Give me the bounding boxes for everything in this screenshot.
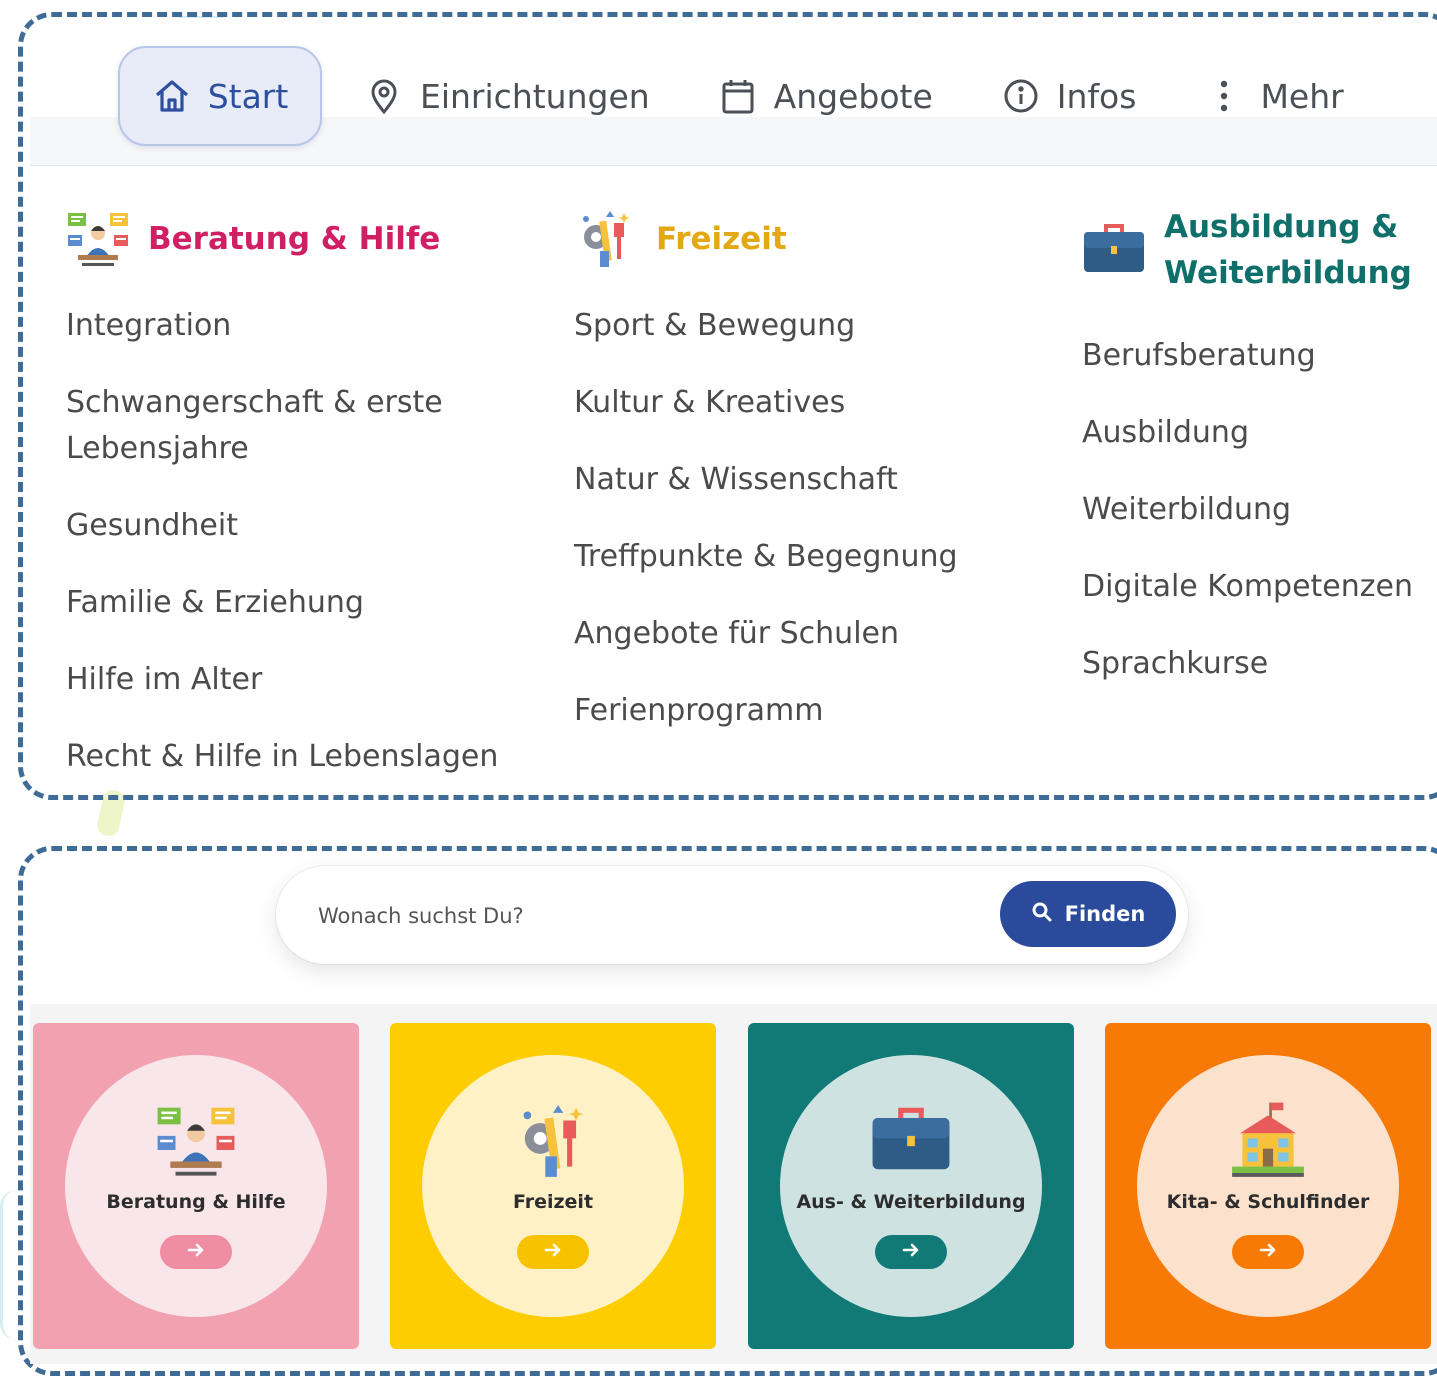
nav-item-label: Mehr	[1260, 76, 1344, 116]
nav-item-label: Start	[207, 76, 289, 116]
menu-heading-beratung[interactable]: Beratung & Hilfe	[66, 200, 546, 278]
menu-link[interactable]: Digitale Kompetenzen	[1082, 564, 1432, 610]
menu-link[interactable]: Weiterbildung	[1082, 487, 1432, 533]
menu-heading-label: Freizeit	[656, 221, 787, 257]
search-bar: Finden	[276, 866, 1188, 964]
menu-link[interactable]: Sport & Bewegung	[574, 303, 1054, 349]
nav-item-infos[interactable]: Infos	[967, 46, 1171, 146]
nav-item-start[interactable]: Start	[118, 46, 322, 146]
menu-link[interactable]: Hilfe im Alter	[66, 657, 546, 703]
menu-heading-line: Ausbildung &	[1164, 209, 1399, 245]
category-card-freizeit[interactable]: Freizeit	[390, 1023, 716, 1349]
menu-link[interactable]: Angebote für Schulen	[574, 611, 1054, 657]
search-icon	[1031, 901, 1053, 928]
menu-link[interactable]: Natur & Wissenschaft	[574, 457, 1054, 503]
calendar-icon	[718, 76, 758, 116]
menu-heading-label: Ausbildung & Weiterbildung	[1164, 204, 1412, 296]
menu-list-ausbildung: Berufsberatung Ausbildung Weiterbildung …	[1082, 333, 1432, 687]
home-icon	[152, 76, 192, 116]
card-circle: Freizeit	[422, 1055, 684, 1317]
menu-heading-line: Weiterbildung	[1164, 255, 1412, 291]
card-circle: Kita- & Schulfinder	[1137, 1055, 1399, 1317]
menu-column-ausbildung: Ausbildung & Weiterbildung Berufsberatun…	[1082, 200, 1432, 718]
menu-link[interactable]: Schwangerschaft & erste Lebensjahre	[66, 380, 546, 472]
menu-column-freizeit: Freizeit Sport & Bewegung Kultur & Kreat…	[574, 200, 1054, 765]
card-circle: Beratung & Hilfe	[65, 1055, 327, 1317]
counseling-icon	[155, 1100, 237, 1182]
card-arrow-button[interactable]	[160, 1235, 232, 1269]
category-card-ausbildung[interactable]: Aus- & Weiterbildung	[748, 1023, 1074, 1349]
nav-item-label: Infos	[1056, 76, 1137, 116]
menu-link[interactable]: Ferienprogramm	[574, 688, 1054, 734]
card-arrow-button[interactable]	[517, 1235, 589, 1269]
main-navigation: Start Einrichtungen Angebote Infos Mehr	[118, 44, 1378, 148]
card-arrow-button[interactable]	[875, 1235, 947, 1269]
nav-item-angebote[interactable]: Angebote	[684, 46, 967, 146]
menu-link[interactable]: Kultur & Kreatives	[574, 380, 1054, 426]
briefcase-icon	[870, 1100, 952, 1182]
arrow-right-icon	[543, 1240, 563, 1264]
briefcase-icon	[1082, 218, 1146, 282]
creative-tools-icon	[574, 207, 638, 271]
map-pin-icon	[364, 76, 404, 116]
menu-link[interactable]: Berufsberatung	[1082, 333, 1432, 379]
find-button[interactable]: Finden	[1000, 881, 1176, 947]
menu-heading-label: Beratung & Hilfe	[148, 221, 441, 257]
menu-link[interactable]: Treffpunkte & Begegnung	[574, 534, 1054, 580]
card-label: Beratung & Hilfe	[106, 1191, 286, 1213]
menu-link[interactable]: Ausbildung	[1082, 410, 1432, 456]
search-input[interactable]	[316, 892, 960, 940]
menu-link[interactable]: Sprachkurse	[1082, 641, 1432, 687]
nav-item-label: Angebote	[773, 76, 933, 116]
menu-link[interactable]: Familie & Erziehung	[66, 580, 546, 626]
school-icon	[1227, 1100, 1309, 1182]
menu-link[interactable]: Gesundheit	[66, 503, 546, 549]
creative-tools-icon	[512, 1100, 594, 1182]
category-card-beratung[interactable]: Beratung & Hilfe	[33, 1023, 359, 1349]
arrow-right-icon	[1258, 1240, 1278, 1264]
menu-heading-freizeit[interactable]: Freizeit	[574, 200, 1054, 278]
category-card-kita[interactable]: Kita- & Schulfinder	[1105, 1023, 1431, 1349]
menu-list-beratung: Integration Schwangerschaft & erste Lebe…	[66, 303, 546, 780]
nav-item-mehr[interactable]: Mehr	[1170, 46, 1377, 146]
info-icon	[1001, 76, 1041, 116]
menu-column-beratung: Beratung & Hilfe Integration Schwangersc…	[66, 200, 546, 811]
card-arrow-button[interactable]	[1232, 1235, 1304, 1269]
find-button-label: Finden	[1064, 902, 1146, 926]
card-label: Kita- & Schulfinder	[1166, 1191, 1370, 1213]
card-circle: Aus- & Weiterbildung	[780, 1055, 1042, 1317]
card-label: Freizeit	[512, 1191, 594, 1213]
arrow-right-icon	[186, 1240, 206, 1264]
card-label: Aus- & Weiterbildung	[796, 1191, 1026, 1213]
nav-item-einrichtungen[interactable]: Einrichtungen	[330, 46, 684, 146]
menu-list-freizeit: Sport & Bewegung Kultur & Kreatives Natu…	[574, 303, 1054, 734]
menu-heading-ausbildung[interactable]: Ausbildung & Weiterbildung	[1082, 200, 1432, 300]
more-vertical-icon	[1204, 76, 1244, 116]
counseling-icon	[66, 207, 130, 271]
menu-link[interactable]: Recht & Hilfe in Lebenslagen	[66, 734, 546, 780]
menu-link[interactable]: Integration	[66, 303, 546, 349]
arrow-right-icon	[901, 1240, 921, 1264]
nav-item-label: Einrichtungen	[420, 76, 650, 116]
